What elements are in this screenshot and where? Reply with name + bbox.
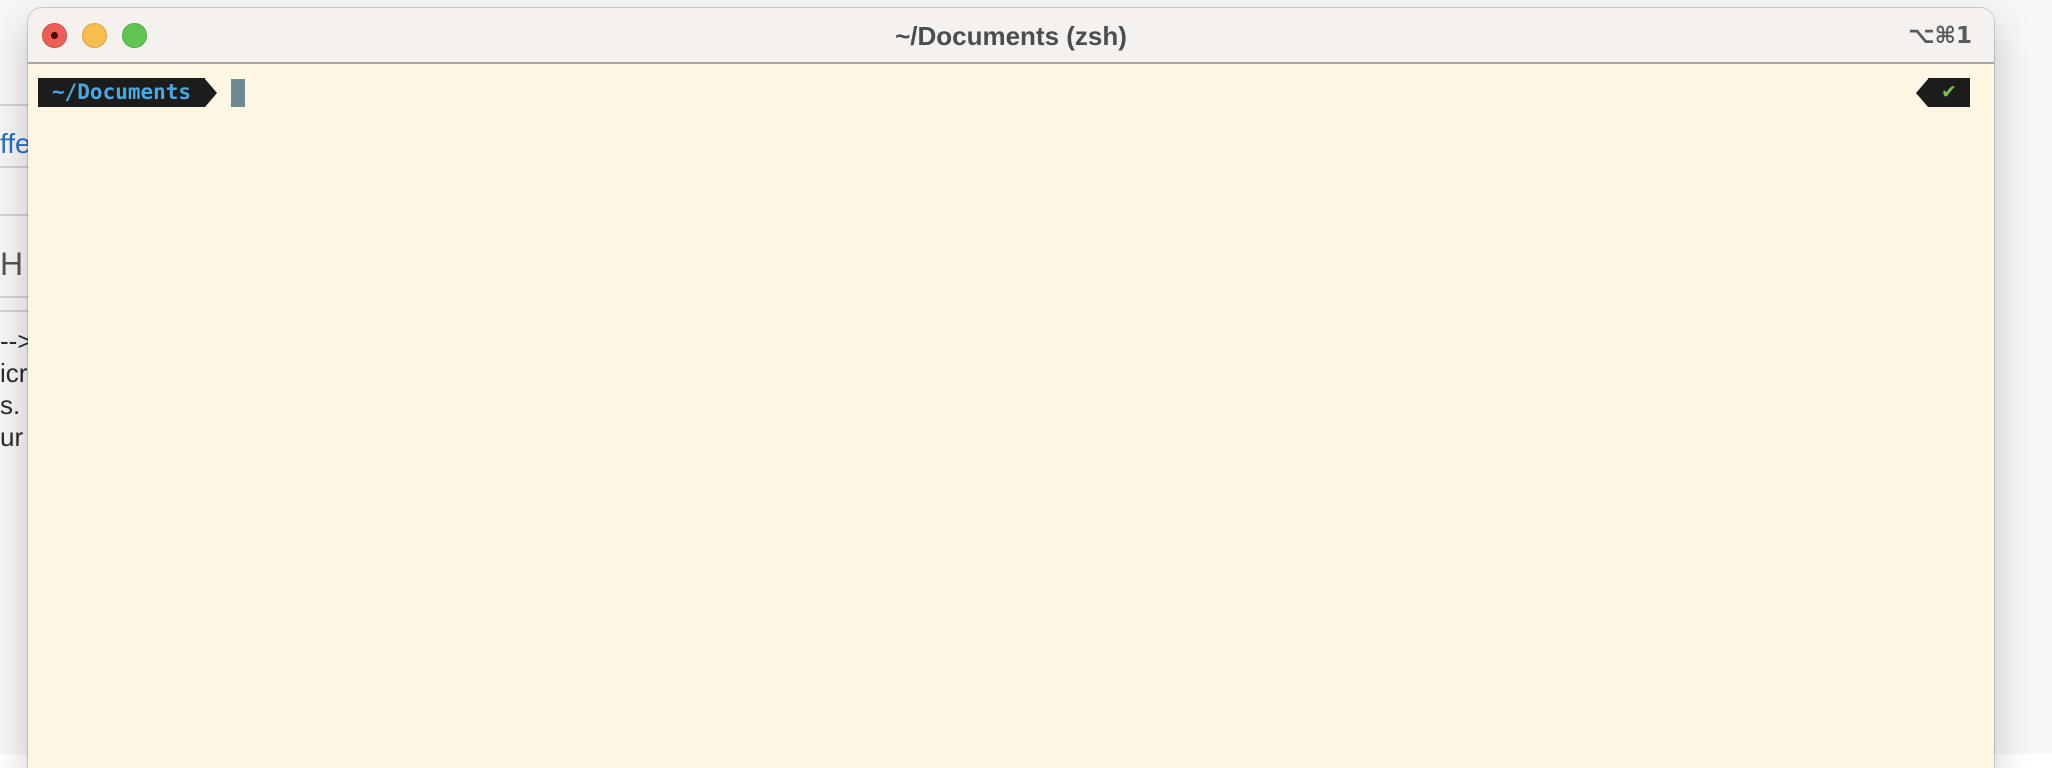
title-bar[interactable]: ~/Documents (zsh) ⌥⌘1 bbox=[28, 8, 1994, 64]
window-shortcut-label: ⌥⌘1 bbox=[1908, 23, 1972, 49]
background-text-fragment: s. bbox=[0, 390, 21, 420]
window-title: ~/Documents (zsh) bbox=[895, 21, 1127, 51]
prompt-status: ✔ bbox=[1916, 78, 1970, 107]
background-link-fragment[interactable]: ffe bbox=[0, 128, 31, 160]
background-heading-fragment: H bbox=[0, 246, 24, 282]
status-checkmark-icon: ✔ bbox=[1928, 78, 1970, 107]
background-text-fragment: ur bbox=[0, 422, 24, 452]
terminal-content[interactable]: ~/Documents ✔ bbox=[28, 64, 1994, 768]
powerline-left-arrow-icon bbox=[1916, 78, 1928, 107]
background-text-fragment: icr bbox=[0, 358, 28, 388]
terminal-window[interactable]: ~/Documents (zsh) ⌥⌘1 ~/Documents ✔ bbox=[28, 8, 1994, 768]
prompt-path: ~/Documents bbox=[38, 78, 206, 107]
powerline-arrow-icon bbox=[205, 78, 218, 107]
text-cursor[interactable] bbox=[231, 78, 246, 107]
shell-prompt: ~/Documents bbox=[38, 78, 246, 107]
